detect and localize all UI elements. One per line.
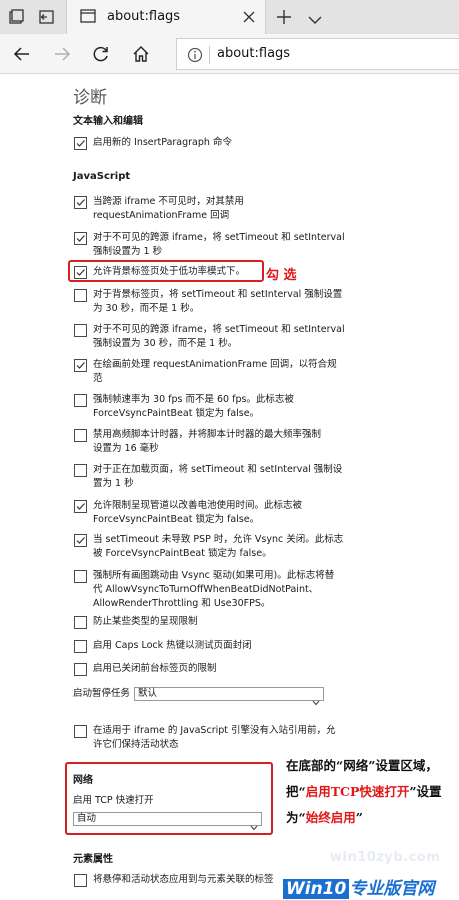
pause-tasks-value: 默认 [138, 688, 158, 699]
flag-label: 设置为 16 毫秒 [93, 443, 159, 454]
flag-label: 对于不可见的跨源 iframe，将 setTimeout 和 setInterv… [93, 324, 345, 335]
check-hint-annotation: 勾 选 [266, 268, 297, 283]
flag-label: AllowRenderThrottling 和 Use30FPS。 [93, 598, 271, 609]
tab-bar: about:flags [0, 0, 459, 34]
forward-arrow-icon[interactable] [52, 44, 72, 64]
pause-tasks-label: 启动暂停任务 [73, 688, 131, 699]
checkbox-unchecked[interactable] [74, 640, 87, 653]
tab-manager-icon[interactable] [6, 7, 26, 27]
flag-label: 强制所有画图跳动由 Vsync 驱动(如果可用)。此标志将替 [93, 570, 335, 581]
flag-label: 为 30 秒，而不是 1 秒。 [93, 303, 200, 314]
flag-label: 当跨源 iframe 不可见时，对其禁用 [93, 196, 244, 207]
address-divider [209, 46, 210, 64]
network-highlight-box [65, 762, 273, 835]
flag-label: 对于正在加载页面，将 setTimeout 和 setInterval 强制设 [93, 464, 343, 475]
checkbox-unchecked[interactable] [74, 394, 87, 407]
watermark-url: win10zyb.com [330, 850, 441, 865]
address-url[interactable]: about:flags [217, 46, 290, 61]
checkbox-checked[interactable] [74, 137, 87, 150]
checkbox-unchecked[interactable] [74, 464, 87, 477]
check-highlight-box [68, 260, 264, 282]
flag-label: 强制设置为 30 秒，而不是 1 秒。 [93, 338, 238, 349]
flag-label: 置为 1 秒 [93, 478, 134, 489]
watermark-logo-win: Win10 [283, 879, 350, 899]
checkbox-checked[interactable] [74, 196, 87, 209]
flag-label: 许它们保持活动状态 [93, 739, 179, 750]
checkbox-unchecked[interactable] [74, 570, 87, 583]
tab-title: about:flags [107, 9, 181, 24]
chevron-down-icon[interactable] [307, 11, 323, 24]
flag-label: 对于背景标签页，将 setTimeout 和 setInterval 强制设置 [93, 289, 343, 300]
instruction-part-4: 始终启用 [305, 810, 356, 825]
flag-label: ForceVsyncPaintBeat 锁定为 false。 [93, 514, 260, 525]
instruction-part-2: 启用TCP快速打开 [305, 784, 410, 799]
flag-label: 将悬停和活动状态应用到与元素关联的标签 [93, 874, 274, 885]
checkbox-unchecked[interactable] [74, 324, 87, 337]
home-icon[interactable] [131, 44, 151, 64]
page-icon [79, 7, 99, 27]
flag-label: 在适用于 iframe 的 JavaScript 引擎没有入站引用前，允 [93, 725, 336, 736]
section-javascript: JavaScript [73, 171, 131, 182]
section-element-props: 元素属性 [73, 854, 113, 865]
watermark-logo-rest: 专业版官网 [349, 879, 435, 899]
flags-page: 诊断 文本输入和编辑 启用新的 InsertParagraph 命令 JavaS… [0, 75, 459, 900]
flag-label: 强制帧速率为 30 fps 而不是 60 fps。此标志被 [93, 394, 294, 405]
pause-tasks-select[interactable]: 默认 [134, 687, 324, 706]
checkbox-checked[interactable] [74, 534, 87, 547]
instruction-annotation: 在底部的“网络”设置区域，把“启用TCP快速打开”设置为“始终启用” [286, 753, 456, 831]
flag-label: 禁用高频脚本计时器，并将脚本计时器的最大频率强制 [93, 429, 322, 440]
checkbox-unchecked[interactable] [74, 874, 87, 887]
flag-label: requestAnimationFrame 回调 [93, 210, 230, 221]
section-text-input: 文本输入和编辑 [73, 116, 143, 127]
tab-back-icon[interactable] [36, 7, 56, 27]
flag-label: 对于不可见的跨源 iframe，将 setTimeout 和 setInterv… [93, 232, 345, 243]
checkbox-checked[interactable] [74, 359, 87, 372]
checkbox-unchecked[interactable] [74, 725, 87, 738]
flag-label: 启用新的 InsertParagraph 命令 [93, 137, 232, 148]
flag-label: 防止某些类型的呈现限制 [93, 616, 198, 627]
flag-label: 强制设置为 1 秒 [93, 246, 163, 257]
tab-about-flags[interactable]: about:flags [66, 0, 266, 34]
watermark-logo: Win10 专业版官网 [283, 874, 434, 899]
flag-label: 允许限制呈现管道以改善电池使用时间。此标志被 [93, 500, 303, 511]
info-icon[interactable] [187, 47, 203, 63]
instruction-part-5: ” [355, 810, 363, 825]
page-title: 诊断 [73, 88, 107, 108]
checkbox-unchecked[interactable] [74, 663, 87, 676]
checkbox-checked[interactable] [74, 500, 87, 513]
flag-label: 当 setTimeout 未导致 PSP 时，允许 Vsync 关闭。此标志 [93, 534, 344, 545]
refresh-icon[interactable] [91, 44, 111, 64]
back-arrow-icon[interactable] [12, 44, 32, 64]
checkbox-checked[interactable] [74, 232, 87, 245]
chevron-down-icon [312, 691, 320, 706]
address-bar[interactable]: about:flags [176, 38, 459, 70]
flag-label: ForceVsyncPaintBeat 锁定为 false。 [93, 408, 260, 419]
checkbox-unchecked[interactable] [74, 289, 87, 302]
close-icon[interactable] [241, 9, 257, 25]
flag-label: 范 [93, 373, 103, 384]
checkbox-unchecked[interactable] [74, 429, 87, 442]
checkbox-unchecked[interactable] [74, 616, 87, 629]
flag-label: 代 AllowVsyncToTurnOffWhenBeatDidNotPaint… [93, 584, 319, 595]
flag-label: 启用已关闭前台标签页的限制 [93, 663, 217, 674]
nav-bar: about:flags [0, 34, 459, 74]
flag-label: 被 ForceVsyncPaintBeat 锁定为 false。 [93, 548, 272, 559]
new-tab-icon[interactable] [276, 9, 292, 25]
flag-label: 启用 Caps Lock 热键以测试页面封闭 [93, 640, 252, 651]
flag-label: 在绘画前处理 requestAnimationFrame 回调，以符合规 [93, 359, 337, 370]
